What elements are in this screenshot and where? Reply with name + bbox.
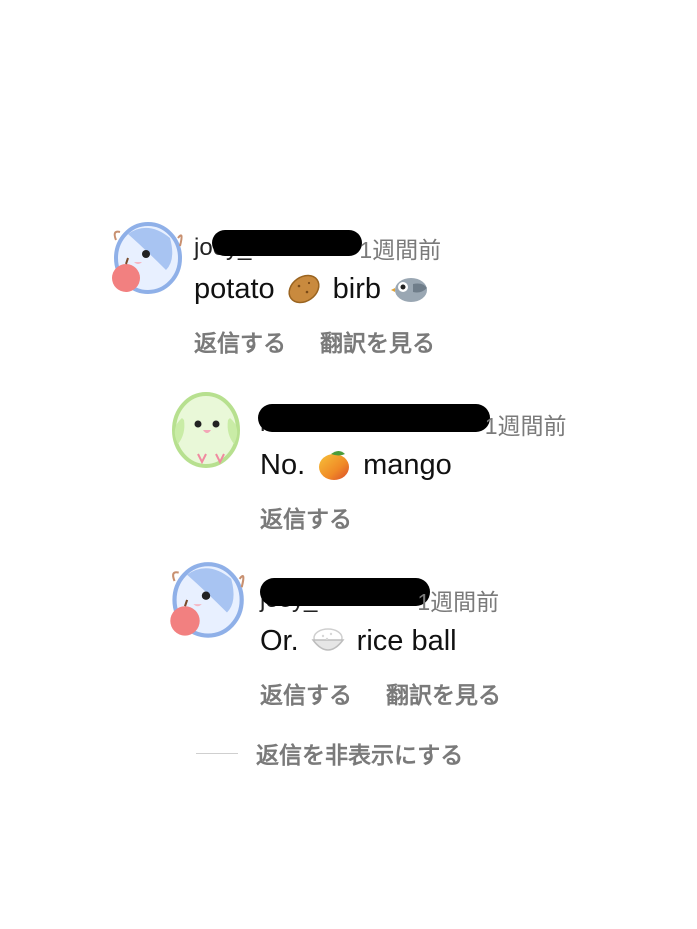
avatar[interactable] xyxy=(164,560,245,640)
username-redaction xyxy=(258,404,490,432)
comment-text: No. mango xyxy=(260,448,452,482)
avatar[interactable] xyxy=(106,220,186,300)
comment-text-part: potato xyxy=(194,272,275,305)
see-translation-button[interactable]: 翻訳を見る xyxy=(386,676,501,710)
comment-text: Or. rice ball xyxy=(260,624,457,658)
reply-button[interactable]: 返信する xyxy=(260,676,352,710)
timestamp: 1週間前 xyxy=(484,413,567,439)
reply-button[interactable]: 返信する xyxy=(260,500,352,534)
blue-bird-icon xyxy=(170,562,245,638)
username[interactable]: joey_ xyxy=(194,230,362,262)
timestamp: 1週間前 xyxy=(417,589,500,615)
reply-button[interactable]: 返信する xyxy=(194,324,286,358)
see-translation-button[interactable]: 翻訳を見る xyxy=(320,324,435,358)
comment-actions: 返信する 翻訳を見る xyxy=(260,676,501,710)
comment-actions: 返信する 翻訳を見る xyxy=(194,324,435,358)
timestamp: 1週間前 xyxy=(359,237,442,263)
hide-replies-label: 返信を非表示にする xyxy=(256,742,464,768)
comment-actions: 返信する xyxy=(260,500,352,534)
blue-bird-icon xyxy=(112,222,183,294)
mango-icon xyxy=(319,451,350,480)
comment-text-part: birb xyxy=(332,272,381,305)
hide-replies-divider xyxy=(196,752,238,754)
green-bird-icon xyxy=(172,392,240,468)
username[interactable]: nicck xyxy=(258,404,490,438)
rice-bowl-icon xyxy=(311,628,345,651)
comment-text-part: No. xyxy=(260,448,306,481)
comment-header: nicck 1週間前 xyxy=(258,404,567,440)
username[interactable]: joey_ xyxy=(260,578,430,614)
username-redaction xyxy=(212,230,362,256)
bird-icon xyxy=(391,278,427,302)
comment-text: potato birb xyxy=(194,272,439,306)
comment-text-part: mango xyxy=(363,448,452,481)
hide-replies-button[interactable]: 返信を非表示にする xyxy=(196,736,463,770)
avatar[interactable] xyxy=(164,388,244,468)
comment-text-part: rice ball xyxy=(356,624,457,657)
comment-text-part: Or. xyxy=(260,624,299,657)
potato-icon xyxy=(288,274,320,304)
comment-header: joey_ 1週間前 xyxy=(260,578,500,616)
username-redaction xyxy=(260,578,430,606)
comment-header: joey_ 1週間前 xyxy=(194,230,442,264)
